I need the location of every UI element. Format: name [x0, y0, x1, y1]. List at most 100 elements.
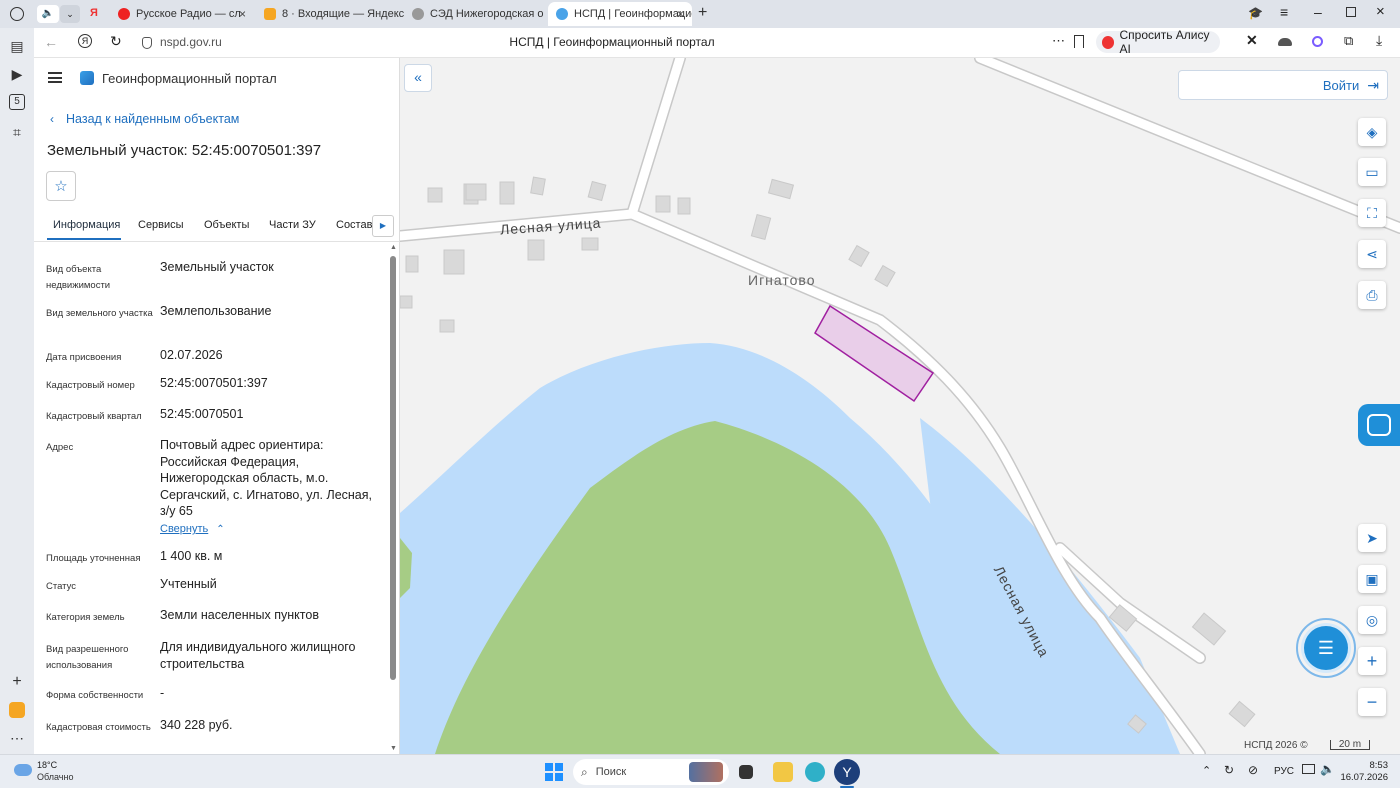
map-canvas[interactable]: [400, 58, 1400, 754]
file-explorer-icon[interactable]: [773, 762, 793, 782]
yandex-shield-icon[interactable]: Я: [78, 34, 92, 48]
field-label: Кадастровый квартал: [46, 411, 142, 422]
volume-icon[interactable]: 🔈: [1320, 762, 1335, 776]
collapse-panel-button[interactable]: «: [404, 64, 432, 92]
back-to-results-link[interactable]: ‹ Назад к найденным объектам: [50, 112, 239, 126]
more-options-icon[interactable]: ⋯: [1052, 33, 1065, 49]
scroll-down-arrow[interactable]: ▼: [390, 745, 397, 752]
field-value: Землепользование: [160, 304, 272, 318]
history-icon[interactable]: [10, 7, 24, 21]
zoom-in-button[interactable]: +: [1358, 647, 1386, 675]
edge-icon[interactable]: [805, 762, 825, 782]
start-icon[interactable]: [545, 763, 563, 781]
taskbar-search[interactable]: ⌕ Поиск: [573, 759, 729, 785]
assistant-side-button[interactable]: [1358, 404, 1400, 446]
notes-icon[interactable]: ▤: [9, 38, 25, 54]
tab-information[interactable]: Информация: [53, 219, 120, 231]
windows-taskbar: 18°C Облачно ⌕ Поиск Y ⌃ ↻ ⊘ РУС 🔈 8:53 …: [0, 754, 1400, 788]
tabs-dropdown-icon[interactable]: ⌄: [60, 5, 80, 23]
hamburger-icon[interactable]: [48, 72, 62, 83]
tab-objects[interactable]: Объекты: [204, 219, 249, 231]
download-icon[interactable]: ⤓: [1376, 32, 1382, 49]
site-info-icon[interactable]: [142, 37, 152, 49]
scroll-thumb[interactable]: [390, 256, 396, 680]
minimize-icon[interactable]: –: [1314, 4, 1322, 20]
ruler-button[interactable]: ▭: [1358, 158, 1386, 186]
collapse-link[interactable]: Свернуть ⌃: [160, 523, 225, 535]
chevron-up-icon[interactable]: ⌃: [1202, 764, 1211, 777]
close-window-icon[interactable]: ×: [1376, 3, 1385, 20]
task-view-icon[interactable]: [739, 765, 753, 779]
tab-mail[interactable]: 8 · Входящие — Яндекс П: [256, 2, 404, 26]
field-value[interactable]: 52:45:0070501:397: [160, 375, 380, 392]
print-button[interactable]: ⎙: [1358, 281, 1386, 309]
share-button[interactable]: ⋖: [1358, 240, 1386, 268]
graduation-icon[interactable]: 🎓: [1248, 6, 1263, 20]
layers-button[interactable]: ◈: [1358, 118, 1386, 146]
tab-sed[interactable]: СЭД Нижегородская обл: [404, 2, 544, 26]
field-label: Форма собственности: [46, 690, 144, 701]
geolocation-icon: ◎: [1365, 611, 1379, 628]
search-placeholder: Поиск: [595, 766, 627, 778]
url-text[interactable]: nspd.gov.ru: [160, 35, 222, 49]
tabs-divider: [34, 241, 399, 242]
mail-app-icon[interactable]: [9, 702, 25, 718]
yandex-icon[interactable]: Я: [90, 7, 102, 19]
network-off-icon[interactable]: ⊘: [1248, 763, 1258, 777]
close-icon[interactable]: ×: [677, 7, 684, 21]
geolocation-button[interactable]: ◎: [1358, 606, 1386, 634]
display-icon[interactable]: [1302, 764, 1315, 774]
chat-fab[interactable]: ☰: [1296, 618, 1356, 678]
clock-time[interactable]: 8:53: [1340, 760, 1389, 771]
field-value: Почтовый адрес ориентира: Российская Фед…: [160, 438, 373, 518]
field-value[interactable]: 52:45:0070501: [160, 406, 380, 423]
field-label: Вид земельного участка: [46, 308, 153, 319]
select-area-button[interactable]: ⛶: [1358, 199, 1386, 227]
field-label: Статус: [46, 581, 77, 592]
tab-parts[interactable]: Части ЗУ: [269, 219, 316, 231]
camera-icon[interactable]: ⌗: [9, 124, 25, 140]
sync-icon[interactable]: ↻: [1224, 763, 1234, 777]
extensions-icon[interactable]: ⧉: [1344, 33, 1353, 49]
extension-x-icon[interactable]: ✕: [1246, 32, 1258, 49]
tab-composition[interactable]: Состав: [336, 219, 372, 231]
address-bar: ← Я ↻ nspd.gov.ru НСПД | Геоинформационн…: [34, 28, 1400, 58]
back-icon[interactable]: ←: [44, 34, 58, 50]
weather-temp[interactable]: 18°C: [37, 760, 57, 770]
menu-icon[interactable]: ≡: [1280, 4, 1288, 20]
tab-services[interactable]: Сервисы: [138, 219, 184, 231]
extension-record-icon[interactable]: [1312, 36, 1323, 47]
back-link-label: Назад к найденным объектам: [66, 112, 240, 126]
close-icon[interactable]: ×: [239, 7, 246, 21]
badge-five[interactable]: 5: [9, 94, 25, 110]
bookmark-icon[interactable]: [1074, 35, 1084, 48]
favorite-button[interactable]: ☆: [46, 171, 76, 201]
add-icon[interactable]: +: [9, 674, 25, 690]
login-button[interactable]: Войти ⇥: [1178, 70, 1388, 100]
minimap-button[interactable]: ▣: [1358, 565, 1386, 593]
more-icon[interactable]: ⋯: [9, 730, 25, 746]
yandex-browser-icon[interactable]: Y: [834, 759, 860, 785]
player-icon[interactable]: ▶: [9, 66, 25, 82]
alice-button[interactable]: Спросить Алису AI: [1096, 28, 1220, 56]
sound-icon[interactable]: 🔈: [37, 5, 59, 23]
locate-button[interactable]: ➤: [1358, 524, 1386, 552]
weather-desc[interactable]: Облачно: [37, 772, 73, 782]
language-indicator[interactable]: РУС: [1274, 766, 1294, 777]
panel-scrollbar[interactable]: ▲ ▼: [390, 244, 397, 752]
restore-icon[interactable]: [1346, 7, 1356, 17]
scroll-up-arrow[interactable]: ▲: [390, 244, 397, 251]
zoom-out-button[interactable]: −: [1358, 688, 1386, 716]
tab-nspd[interactable]: НСПД | Геоинформацио ×: [548, 2, 692, 26]
tab-radio[interactable]: Русское Радио — сл ×: [110, 2, 250, 26]
extension-hat-icon[interactable]: [1278, 38, 1292, 46]
map-view[interactable]: Лесная улица Игнатово Лесная улица « Вой…: [400, 58, 1400, 754]
field-label: Вид разрешенного использования: [46, 644, 129, 671]
weather-icon[interactable]: [14, 764, 32, 776]
field-value: Земли населенных пунктов: [160, 608, 319, 622]
alice-icon: [1102, 35, 1115, 49]
tabs-scroll-right-button[interactable]: ▶: [372, 215, 394, 237]
reload-icon[interactable]: ↻: [110, 33, 122, 50]
clock-date[interactable]: 16.07.2026: [1336, 772, 1388, 783]
new-tab-button[interactable]: +: [698, 5, 714, 21]
